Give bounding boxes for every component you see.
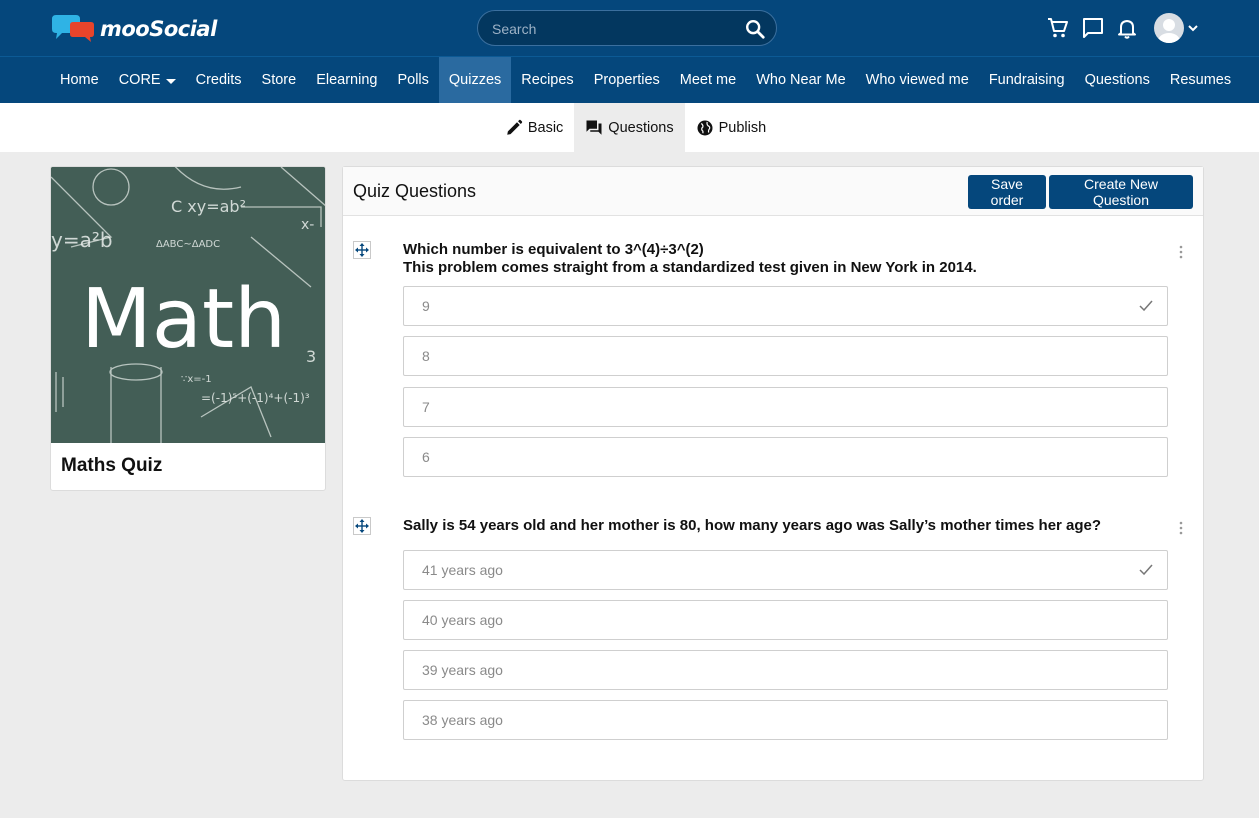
answer-option[interactable]: 6 bbox=[403, 437, 1168, 477]
nav-label: Store bbox=[261, 72, 297, 88]
nav-item-store[interactable]: Store bbox=[252, 57, 307, 103]
quiz-questions-panel: Quiz Questions Save order Create New Que… bbox=[342, 166, 1204, 781]
nav-label: Home bbox=[60, 72, 99, 88]
question-text: Sally is 54 years old and her mother is … bbox=[403, 517, 1163, 535]
tab-publish[interactable]: Publish bbox=[685, 103, 778, 152]
search-icon[interactable] bbox=[744, 18, 766, 40]
nav-label: Questions bbox=[1084, 72, 1150, 88]
main-nav: Home CORE Credits Store Elearning Polls … bbox=[0, 56, 1259, 103]
top-header: mooSocial bbox=[0, 0, 1259, 56]
nav-label: Properties bbox=[593, 72, 660, 88]
caret-down-icon bbox=[165, 78, 176, 84]
search-input[interactable] bbox=[492, 19, 732, 39]
nav-label: Polls bbox=[397, 72, 429, 88]
check-icon bbox=[1139, 564, 1153, 576]
nav-label: Credits bbox=[195, 72, 242, 88]
nav-item-recipes[interactable]: Recipes bbox=[511, 57, 583, 103]
answer-text: 39 years ago bbox=[422, 662, 503, 678]
tab-label: Basic bbox=[527, 119, 564, 136]
answer-option[interactable]: 38 years ago bbox=[403, 700, 1168, 740]
answer-option[interactable]: 9 bbox=[403, 286, 1168, 326]
panel-title: Quiz Questions bbox=[353, 181, 477, 201]
nav-label: CORE bbox=[118, 72, 161, 88]
answer-option[interactable]: 8 bbox=[403, 336, 1168, 376]
panel-header: Quiz Questions Save order Create New Que… bbox=[343, 167, 1203, 216]
answer-text: 8 bbox=[422, 348, 430, 364]
thumbnail-text: Math bbox=[81, 272, 286, 367]
more-options-icon[interactable] bbox=[1176, 521, 1186, 535]
math-chalkboard-image: C xy=ab² y=a²b ΔABC~ΔADC =(-1)⁵+(-1)⁴+(-… bbox=[51, 167, 325, 443]
nav-item-core[interactable]: CORE bbox=[109, 57, 186, 103]
answer-text: 41 years ago bbox=[422, 562, 503, 578]
check-icon bbox=[1139, 300, 1153, 312]
logo-text: mooSocial bbox=[100, 17, 217, 41]
answer-text: 6 bbox=[422, 449, 430, 465]
move-icon[interactable] bbox=[353, 517, 371, 535]
nav-label: Who viewed me bbox=[865, 72, 969, 88]
question-text: Which number is equivalent to 3^(4)÷3^(2… bbox=[403, 241, 1163, 277]
search-box bbox=[477, 10, 777, 46]
nav-item-home[interactable]: Home bbox=[50, 57, 109, 103]
nav-label: Resumes bbox=[1169, 72, 1232, 88]
svg-text:=(-1)⁵+(-1)⁴+(-1)³: =(-1)⁵+(-1)⁴+(-1)³ bbox=[201, 391, 310, 405]
logo[interactable]: mooSocial bbox=[50, 14, 217, 44]
nav-item-fundraising[interactable]: Fundraising bbox=[979, 57, 1075, 103]
avatar[interactable] bbox=[1154, 13, 1184, 43]
nav-label: Who Near Me bbox=[756, 72, 846, 88]
nav-item-meet-me[interactable]: Meet me bbox=[670, 57, 746, 103]
quiz-title[interactable]: Maths Quiz bbox=[61, 455, 162, 477]
answer-text: 38 years ago bbox=[422, 712, 503, 728]
tab-label: Publish bbox=[718, 119, 767, 136]
user-silhouette-icon bbox=[1158, 19, 1180, 43]
nav-item-properties[interactable]: Properties bbox=[584, 57, 670, 103]
more-options-icon[interactable] bbox=[1176, 245, 1186, 259]
bell-icon[interactable] bbox=[1115, 16, 1139, 40]
tab-basic[interactable]: Basic bbox=[494, 103, 574, 152]
quiz-thumbnail[interactable]: C xy=ab² y=a²b ΔABC~ΔADC =(-1)⁵+(-1)⁴+(-… bbox=[51, 167, 325, 443]
nav-label: Elearning bbox=[316, 72, 378, 88]
nav-item-credits[interactable]: Credits bbox=[186, 57, 252, 103]
answer-option[interactable]: 41 years ago bbox=[403, 550, 1168, 590]
logo-bubbles-icon bbox=[52, 15, 94, 42]
question-line: Sally is 54 years old and her mother is … bbox=[403, 517, 1102, 534]
globe-icon bbox=[697, 120, 713, 135]
pencil-icon bbox=[507, 119, 523, 135]
nav-item-who-near-me[interactable]: Who Near Me bbox=[746, 57, 855, 103]
answer-text: 7 bbox=[422, 399, 430, 415]
answer-text: 40 years ago bbox=[422, 612, 503, 628]
nav-label: Fundraising bbox=[988, 72, 1065, 88]
svg-text:ΔABC~ΔADC: ΔABC~ΔADC bbox=[156, 239, 220, 250]
nav-item-questions[interactable]: Questions bbox=[1075, 57, 1160, 103]
svg-text:x-: x- bbox=[301, 217, 314, 233]
create-new-question-button[interactable]: Create New Question bbox=[1049, 175, 1193, 209]
move-icon[interactable] bbox=[353, 241, 371, 259]
nav-label: Meet me bbox=[679, 72, 737, 88]
question-line: Which number is equivalent to 3^(4)÷3^(2… bbox=[403, 241, 704, 258]
nav-label: Quizzes bbox=[448, 72, 502, 88]
svg-text:C xy=ab²: C xy=ab² bbox=[171, 197, 246, 216]
cart-icon[interactable] bbox=[1046, 16, 1070, 40]
tab-label: Questions bbox=[608, 119, 674, 136]
sub-nav: Basic Questions Publish bbox=[0, 103, 1259, 152]
nav-item-who-viewed-me[interactable]: Who viewed me bbox=[856, 57, 979, 103]
answer-option[interactable]: 7 bbox=[403, 387, 1168, 427]
answer-option[interactable]: 40 years ago bbox=[403, 600, 1168, 640]
tab-questions[interactable]: Questions bbox=[574, 103, 685, 152]
chat-icon[interactable] bbox=[1081, 16, 1105, 40]
nav-item-elearning[interactable]: Elearning bbox=[306, 57, 387, 103]
nav-item-quizzes[interactable]: Quizzes bbox=[438, 57, 512, 103]
save-order-button[interactable]: Save order bbox=[968, 175, 1046, 209]
svg-text:y=a²b: y=a²b bbox=[51, 228, 113, 252]
chevron-down-icon[interactable] bbox=[1187, 22, 1199, 34]
nav-item-resumes[interactable]: Resumes bbox=[1160, 57, 1241, 103]
chat-bubbles-icon bbox=[586, 120, 602, 135]
answer-option[interactable]: 39 years ago bbox=[403, 650, 1168, 690]
nav-label: Recipes bbox=[521, 72, 574, 88]
question-description: This problem comes straight from a stand… bbox=[403, 259, 977, 276]
nav-item-polls[interactable]: Polls bbox=[387, 57, 438, 103]
quiz-card[interactable]: C xy=ab² y=a²b ΔABC~ΔADC =(-1)⁵+(-1)⁴+(-… bbox=[50, 166, 326, 491]
svg-text:3: 3 bbox=[306, 347, 316, 366]
answer-text: 9 bbox=[422, 298, 430, 314]
svg-text:∵x=-1: ∵x=-1 bbox=[181, 374, 212, 385]
